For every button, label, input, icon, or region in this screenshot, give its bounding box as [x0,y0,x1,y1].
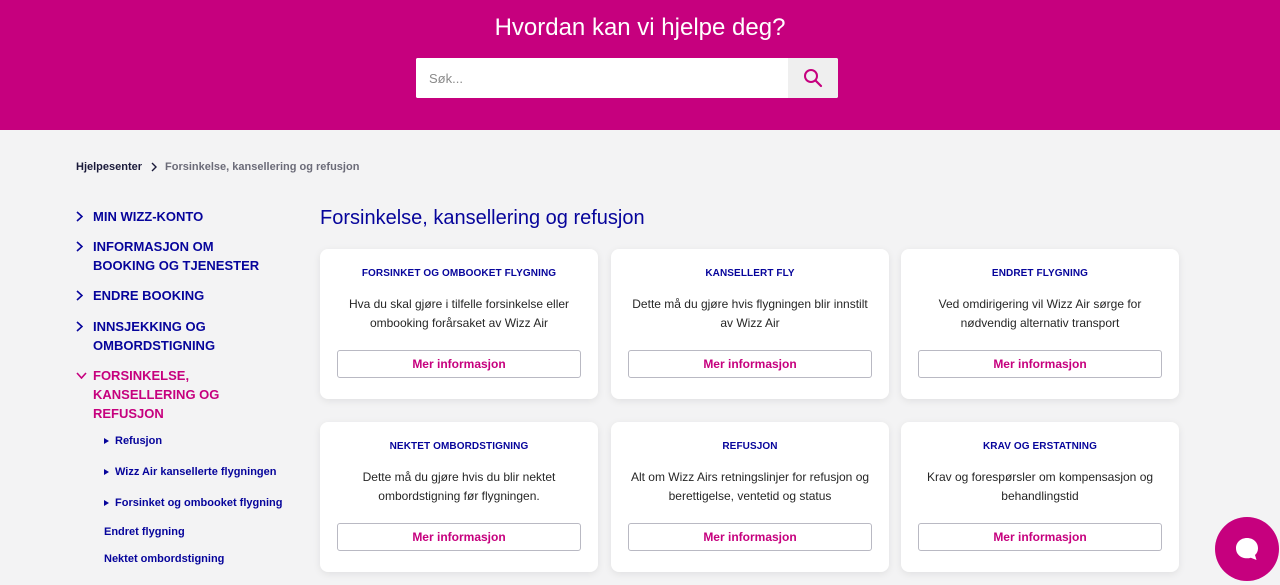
more-info-button[interactable]: Mer informasjon [628,523,872,551]
chevron-right-icon [151,162,158,172]
caret-right-icon [104,500,109,506]
card-title: ENDRET FLYGNING [991,268,1089,279]
sidebar-subitem-changed[interactable]: Endret flygning [104,526,185,538]
breadcrumb: Hjelpesenter Forsinkelse, kansellering o… [76,161,359,173]
more-info-button[interactable]: Mer informasjon [337,523,581,551]
sidebar-subitem-label: Forsinket og ombooket flygning [115,497,283,509]
topic-card-claims: KRAV OG ERSTATNING Krav og forespørsler … [901,422,1179,572]
card-description: Dette må du gjøre hvis du blir nektet om… [362,470,556,503]
sidebar-item-booking-info[interactable]: INFORMASJON OM BOOKING OG TJENESTER [76,237,276,275]
caret-right-icon [104,469,109,475]
sidebar-item-label: INNSJEKKING OG OMBORDSTIGNING [93,319,216,353]
card-title: FORSINKET OG OMBOOKET FLYGNING [361,268,557,279]
chat-button[interactable] [1215,517,1279,581]
topic-card-denied-boarding: NEKTET OMBORDSTIGNING Dette må du gjøre … [320,422,598,572]
topic-card-changed: ENDRET FLYGNING Ved omdirigering vil Wiz… [901,249,1179,399]
sidebar-subitem-cancelled[interactable]: Wizz Air kansellerte flygningen [104,466,276,478]
topic-card-delayed: FORSINKET OG OMBOOKET FLYGNING Hva du sk… [320,249,598,399]
sidebar-item-check-in[interactable]: INNSJEKKING OG OMBORDSTIGNING [76,317,236,355]
card-description: Krav og forespørsler om kompensasjon og … [926,470,1154,503]
card-title: KANSELLERT FLY [705,268,795,279]
more-info-button[interactable]: Mer informasjon [918,523,1162,551]
breadcrumb-home-link[interactable]: Hjelpesenter [76,161,142,173]
search-icon [804,69,823,88]
sidebar-item-change-booking[interactable]: ENDRE BOOKING [76,286,276,305]
chevron-right-icon [76,237,93,256]
section-title: Forsinkelse, kansellering og refusjon [320,207,645,229]
sidebar-subitem-refund[interactable]: Refusjon [104,435,162,447]
more-info-button[interactable]: Mer informasjon [918,350,1162,378]
sidebar-subitem-label: Nektet ombordstigning [104,553,225,565]
page-heading: Hvordan kan vi hjelpe deg? [494,14,786,41]
card-description: Hva du skal gjøre i tilfelle forsinkelse… [348,297,570,330]
more-info-button[interactable]: Mer informasjon [337,350,581,378]
sidebar-item-my-account[interactable]: MIN WIZZ-KONTO [76,207,276,226]
more-info-button[interactable]: Mer informasjon [628,350,872,378]
breadcrumb-current: Forsinkelse, kansellering og refusjon [165,161,360,173]
help-header: Hvordan kan vi hjelpe deg? [0,0,1280,130]
search-button[interactable] [788,58,838,98]
sidebar-subitem-label: Refusjon [115,435,163,447]
search-input[interactable] [416,58,788,98]
chevron-right-icon [76,286,93,305]
sidebar-item-label: MIN WIZZ-KONTO [93,209,204,224]
sidebar-subitem-delayed[interactable]: Forsinket og ombooket flygning [104,497,282,509]
chat-bubble-icon [1236,538,1258,560]
sidebar-item-delay-cancellation[interactable]: FORSINKELSE, KANSELLERING OG REFUSJON [76,366,226,423]
card-title: NEKTET OMBORDSTIGNING [389,441,529,452]
topic-card-refund: REFUSJON Alt om Wizz Airs retningslinjer… [611,422,889,572]
sidebar-subitem-label: Endret flygning [104,526,185,538]
search-bar [416,58,838,98]
sidebar-subitem-label: Wizz Air kansellerte flygningen [115,466,277,478]
sidebar-item-label: INFORMASJON OM BOOKING OG TJENESTER [93,239,260,273]
caret-right-icon [104,438,109,444]
chevron-right-icon [76,207,93,226]
chevron-down-icon [76,366,93,385]
sidebar-item-label: FORSINKELSE, KANSELLERING OG REFUSJON [93,368,220,421]
chevron-right-icon [76,317,93,336]
card-description: Dette må du gjøre hvis flygningen blir i… [632,297,868,330]
card-title: REFUSJON [722,441,778,452]
card-title: KRAV OG ERSTATNING [982,441,1098,452]
sidebar-item-label: ENDRE BOOKING [93,288,205,303]
card-description: Alt om Wizz Airs retningslinjer for refu… [630,470,870,503]
card-description: Ved omdirigering vil Wizz Air sørge for … [938,297,1142,330]
sidebar-subitem-denied-boarding[interactable]: Nektet ombordstigning [104,553,224,565]
topic-card-cancelled: KANSELLERT FLY Dette må du gjøre hvis fl… [611,249,889,399]
